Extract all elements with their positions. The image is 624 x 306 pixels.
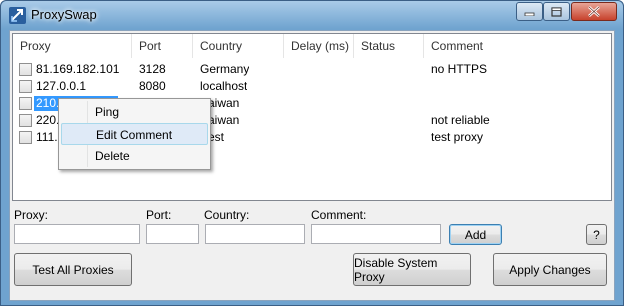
context-menu: Ping Edit Comment Delete [58, 98, 211, 170]
column-header-status[interactable]: Status [354, 34, 424, 58]
add-button[interactable]: Add [449, 224, 502, 245]
port-label: Port: [146, 208, 172, 222]
minimize-button[interactable] [516, 2, 543, 21]
port-cell: 8080 [139, 79, 166, 93]
comment-label: Comment: [311, 208, 367, 222]
proxy-input[interactable] [14, 224, 140, 244]
maximize-icon [551, 6, 562, 17]
column-header-port[interactable]: Port [132, 34, 193, 58]
row-checkbox[interactable] [19, 63, 32, 76]
proxy-cell: 111. [36, 130, 58, 144]
title-bar[interactable]: ProxySwap [1, 1, 623, 29]
client-area: Proxy Port Country Delay (ms) Status Com… [9, 30, 615, 301]
disable-system-proxy-button[interactable]: Disable System Proxy [353, 253, 471, 286]
row-checkbox[interactable] [19, 131, 32, 144]
test-all-proxies-button[interactable]: Test All Proxies [14, 253, 132, 286]
table-row[interactable]: 81.169.182.101 3128 Germany no HTTPS [13, 61, 611, 78]
maximize-button[interactable] [543, 2, 570, 21]
proxy-cell: 220. [36, 113, 60, 127]
country-cell: Germany [200, 62, 250, 76]
column-header-comment[interactable]: Comment [424, 34, 611, 58]
port-input[interactable] [146, 224, 199, 244]
proxyswap-logo-icon [9, 7, 26, 24]
proxy-cell: 81.169.182.101 [36, 62, 120, 76]
menu-item-edit-comment[interactable]: Edit Comment [61, 123, 208, 145]
row-checkbox[interactable] [19, 114, 32, 127]
close-button[interactable] [571, 2, 617, 21]
country-cell: aiwan [208, 113, 240, 127]
row-checkbox[interactable] [19, 80, 32, 93]
close-icon [588, 6, 600, 17]
list-header: Proxy Port Country Delay (ms) Status Com… [13, 34, 611, 58]
menu-item-ping[interactable]: Ping [61, 101, 208, 123]
help-button[interactable]: ? [586, 224, 607, 245]
apply-changes-button[interactable]: Apply Changes [493, 253, 607, 286]
comment-cell: no HTTPS [431, 62, 488, 76]
column-header-delay[interactable]: Delay (ms) [284, 34, 354, 58]
minimize-icon [524, 12, 535, 16]
menu-item-delete[interactable]: Delete [61, 145, 208, 167]
proxy-label: Proxy: [14, 208, 49, 222]
comment-input[interactable] [311, 224, 441, 244]
comment-cell: test proxy [431, 130, 484, 144]
proxy-cell: 127.0.0.1 [36, 79, 87, 93]
country-input[interactable] [205, 224, 305, 244]
table-row[interactable]: 127.0.0.1 8080 localhost [13, 78, 611, 95]
column-header-country[interactable]: Country [193, 34, 284, 58]
country-cell: aiwan [208, 96, 240, 110]
window-title: ProxySwap [31, 7, 97, 22]
row-checkbox[interactable] [19, 97, 32, 110]
comment-cell: not reliable [431, 113, 490, 127]
column-header-proxy[interactable]: Proxy [13, 34, 132, 58]
proxy-list[interactable]: Proxy Port Country Delay (ms) Status Com… [12, 33, 612, 201]
port-cell: 3128 [139, 62, 166, 76]
main-window: ProxySwap Proxy Port Country Delay (ms) … [0, 0, 624, 306]
country-cell: localhost [200, 79, 248, 93]
country-label: Country: [204, 208, 250, 222]
